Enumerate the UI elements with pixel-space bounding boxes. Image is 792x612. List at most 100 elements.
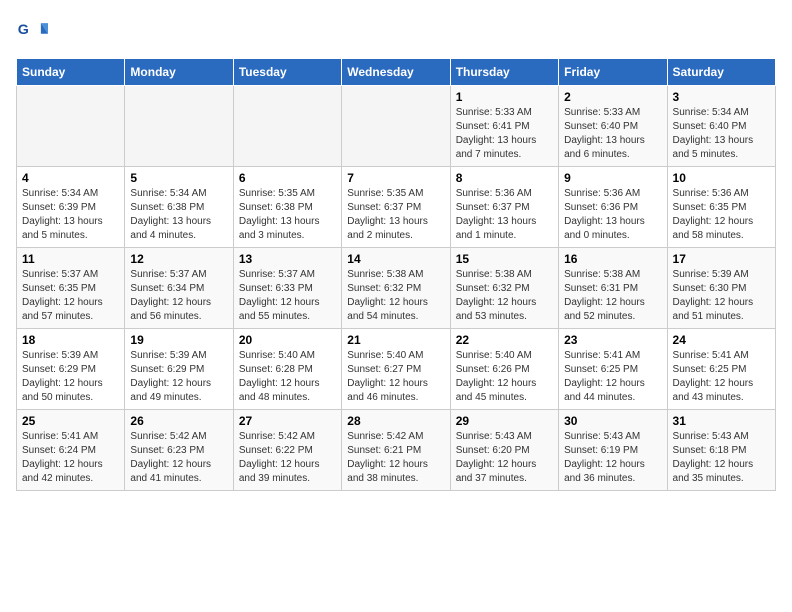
calendar-cell: 30 Sunrise: 5:43 AMSunset: 6:19 PMDayligh…: [559, 410, 667, 491]
day-info: Sunrise: 5:43 AMSunset: 6:19 PMDaylight:…: [564, 430, 661, 486]
day-info: Sunrise: 5:38 AMSunset: 6:31 PMDaylight:…: [564, 268, 661, 324]
calendar-cell: 9 Sunrise: 5:36 AMSunset: 6:36 PMDaylight…: [559, 167, 667, 248]
day-number: 5: [130, 171, 227, 185]
calendar-cell: 21 Sunrise: 5:40 AMSunset: 6:27 PMDayligh…: [342, 329, 450, 410]
calendar-cell: 25 Sunrise: 5:41 AMSunset: 6:24 PMDayligh…: [17, 410, 125, 491]
day-number: 18: [22, 333, 119, 347]
day-number: 23: [564, 333, 661, 347]
header-tuesday: Tuesday: [233, 59, 341, 86]
header-friday: Friday: [559, 59, 667, 86]
calendar-cell: 3 Sunrise: 5:34 AMSunset: 6:40 PMDaylight…: [667, 86, 775, 167]
day-number: 28: [347, 414, 444, 428]
calendar-cell: [342, 86, 450, 167]
logo: G: [16, 16, 52, 48]
day-number: 31: [673, 414, 770, 428]
calendar-week-row: 25 Sunrise: 5:41 AMSunset: 6:24 PMDayligh…: [17, 410, 776, 491]
calendar-cell: 28 Sunrise: 5:42 AMSunset: 6:21 PMDayligh…: [342, 410, 450, 491]
calendar-cell: 19Sunrise: 5:39 AMSunset: 6:29 PMDayligh…: [125, 329, 233, 410]
day-info: Sunrise: 5:35 AMSunset: 6:37 PMDaylight:…: [347, 187, 444, 243]
day-number: 25: [22, 414, 119, 428]
day-number: 9: [564, 171, 661, 185]
calendar-header-row: SundayMondayTuesdayWednesdayThursdayFrid…: [17, 59, 776, 86]
calendar-cell: 23 Sunrise: 5:41 AMSunset: 6:25 PMDayligh…: [559, 329, 667, 410]
calendar-cell: 4Sunrise: 5:34 AMSunset: 6:39 PMDaylight…: [17, 167, 125, 248]
day-info: Sunrise: 5:38 AMSunset: 6:32 PMDaylight:…: [456, 268, 553, 324]
day-number: 22: [456, 333, 553, 347]
day-number: 27: [239, 414, 336, 428]
svg-text:G: G: [18, 22, 29, 38]
calendar-cell: 5 Sunrise: 5:34 AMSunset: 6:38 PMDaylight…: [125, 167, 233, 248]
day-number: 6: [239, 171, 336, 185]
day-info: Sunrise: 5:36 AMSunset: 6:37 PMDaylight:…: [456, 187, 553, 243]
calendar-cell: 31Sunrise: 5:43 AMSunset: 6:18 PMDayligh…: [667, 410, 775, 491]
day-info: Sunrise: 5:41 AMSunset: 6:25 PMDaylight:…: [673, 349, 770, 405]
day-info: Sunrise: 5:37 AMSunset: 6:35 PMDaylight:…: [22, 268, 119, 324]
day-info: Sunrise: 5:40 AMSunset: 6:28 PMDaylight:…: [239, 349, 336, 405]
day-info: Sunrise: 5:33 AMSunset: 6:40 PMDaylight:…: [564, 106, 661, 162]
day-info: Sunrise: 5:39 AMSunset: 6:30 PMDaylight:…: [673, 268, 770, 324]
calendar-cell: 18 Sunrise: 5:39 AMSunset: 6:29 PMDayligh…: [17, 329, 125, 410]
calendar-table: SundayMondayTuesdayWednesdayThursdayFrid…: [16, 58, 776, 491]
header-thursday: Thursday: [450, 59, 558, 86]
day-number: 3: [673, 90, 770, 104]
day-number: 20: [239, 333, 336, 347]
calendar-cell: [17, 86, 125, 167]
day-info: Sunrise: 5:37 AMSunset: 6:33 PMDaylight:…: [239, 268, 336, 324]
day-info: Sunrise: 5:33 AMSunset: 6:41 PMDaylight:…: [456, 106, 553, 162]
day-info: Sunrise: 5:41 AMSunset: 6:24 PMDaylight:…: [22, 430, 119, 486]
day-info: Sunrise: 5:42 AMSunset: 6:22 PMDaylight:…: [239, 430, 336, 486]
calendar-cell: 8 Sunrise: 5:36 AMSunset: 6:37 PMDaylight…: [450, 167, 558, 248]
day-info: Sunrise: 5:38 AMSunset: 6:32 PMDaylight:…: [347, 268, 444, 324]
day-number: 30: [564, 414, 661, 428]
day-number: 26: [130, 414, 227, 428]
day-info: Sunrise: 5:34 AMSunset: 6:40 PMDaylight:…: [673, 106, 770, 162]
calendar-week-row: 11 Sunrise: 5:37 AMSunset: 6:35 PMDayligh…: [17, 248, 776, 329]
day-number: 15: [456, 252, 553, 266]
calendar-cell: 10 Sunrise: 5:36 AMSunset: 6:35 PMDayligh…: [667, 167, 775, 248]
day-info: Sunrise: 5:40 AMSunset: 6:26 PMDaylight:…: [456, 349, 553, 405]
day-info: Sunrise: 5:40 AMSunset: 6:27 PMDaylight:…: [347, 349, 444, 405]
calendar-cell: 22 Sunrise: 5:40 AMSunset: 6:26 PMDayligh…: [450, 329, 558, 410]
day-info: Sunrise: 5:36 AMSunset: 6:35 PMDaylight:…: [673, 187, 770, 243]
page-header: G: [16, 16, 776, 48]
day-number: 7: [347, 171, 444, 185]
day-number: 16: [564, 252, 661, 266]
calendar-cell: 26 Sunrise: 5:42 AMSunset: 6:23 PMDayligh…: [125, 410, 233, 491]
calendar-cell: 16 Sunrise: 5:38 AMSunset: 6:31 PMDayligh…: [559, 248, 667, 329]
calendar-cell: 27 Sunrise: 5:42 AMSunset: 6:22 PMDayligh…: [233, 410, 341, 491]
day-number: 4: [22, 171, 119, 185]
day-number: 14: [347, 252, 444, 266]
day-number: 29: [456, 414, 553, 428]
day-info: Sunrise: 5:35 AMSunset: 6:38 PMDaylight:…: [239, 187, 336, 243]
calendar-cell: [233, 86, 341, 167]
day-number: 8: [456, 171, 553, 185]
day-number: 24: [673, 333, 770, 347]
calendar-cell: 7 Sunrise: 5:35 AMSunset: 6:37 PMDaylight…: [342, 167, 450, 248]
day-info: Sunrise: 5:41 AMSunset: 6:25 PMDaylight:…: [564, 349, 661, 405]
day-info: Sunrise: 5:36 AMSunset: 6:36 PMDaylight:…: [564, 187, 661, 243]
calendar-cell: 2Sunrise: 5:33 AMSunset: 6:40 PMDaylight…: [559, 86, 667, 167]
day-info: Sunrise: 5:34 AMSunset: 6:38 PMDaylight:…: [130, 187, 227, 243]
day-info: Sunrise: 5:39 AMSunset: 6:29 PMDaylight:…: [130, 349, 227, 405]
day-info: Sunrise: 5:43 AMSunset: 6:20 PMDaylight:…: [456, 430, 553, 486]
day-number: 10: [673, 171, 770, 185]
day-info: Sunrise: 5:42 AMSunset: 6:21 PMDaylight:…: [347, 430, 444, 486]
logo-icon: G: [16, 16, 48, 48]
calendar-week-row: 1 Sunrise: 5:33 AMSunset: 6:41 PMDaylight…: [17, 86, 776, 167]
calendar-cell: 15 Sunrise: 5:38 AMSunset: 6:32 PMDayligh…: [450, 248, 558, 329]
header-monday: Monday: [125, 59, 233, 86]
calendar-cell: 24 Sunrise: 5:41 AMSunset: 6:25 PMDayligh…: [667, 329, 775, 410]
calendar-cell: 12 Sunrise: 5:37 AMSunset: 6:34 PMDayligh…: [125, 248, 233, 329]
calendar-cell: 13Sunrise: 5:37 AMSunset: 6:33 PMDayligh…: [233, 248, 341, 329]
day-number: 11: [22, 252, 119, 266]
day-info: Sunrise: 5:42 AMSunset: 6:23 PMDaylight:…: [130, 430, 227, 486]
header-sunday: Sunday: [17, 59, 125, 86]
day-number: 1: [456, 90, 553, 104]
day-number: 12: [130, 252, 227, 266]
day-info: Sunrise: 5:39 AMSunset: 6:29 PMDaylight:…: [22, 349, 119, 405]
day-info: Sunrise: 5:37 AMSunset: 6:34 PMDaylight:…: [130, 268, 227, 324]
calendar-cell: 6 Sunrise: 5:35 AMSunset: 6:38 PMDaylight…: [233, 167, 341, 248]
day-number: 21: [347, 333, 444, 347]
calendar-cell: 20 Sunrise: 5:40 AMSunset: 6:28 PMDayligh…: [233, 329, 341, 410]
calendar-week-row: 4Sunrise: 5:34 AMSunset: 6:39 PMDaylight…: [17, 167, 776, 248]
